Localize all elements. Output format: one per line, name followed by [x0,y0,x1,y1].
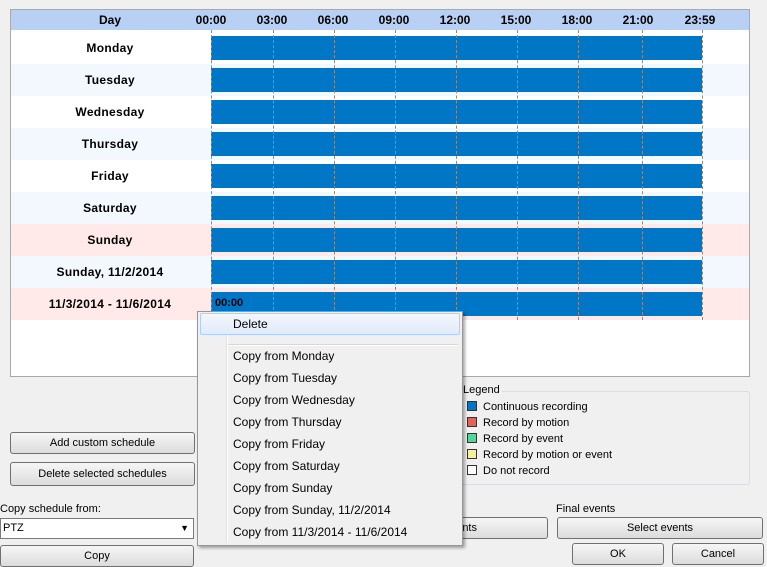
cancel-button[interactable]: Cancel [672,543,764,565]
schedule-row[interactable]: Friday [11,160,749,192]
legend-label: Record by event [483,433,564,445]
time-gridline [334,30,335,320]
copy-schedule-selected-value: PTZ [3,522,24,534]
menu-item-copy-from[interactable]: Copy from Tuesday [200,367,460,389]
legend-swatch [467,449,477,459]
menu-item-copy-from[interactable]: Copy from Sunday, 11/2/2014 [200,499,460,521]
schedule-row-label: Tuesday [85,73,135,87]
legend-label: Record by motion or event [483,449,613,461]
legend-swatch [467,417,477,427]
schedule-row[interactable]: Sunday [11,224,749,256]
schedule-header: Day 00:00 03:00 06:00 09:00 12:00 15:00 18:00 2… [11,10,749,30]
schedule-row-label: Sunday, 11/2/2014 [56,265,164,279]
menu-item-copy-from[interactable]: Copy from 11/3/2014 - 11/6/2014 [200,521,460,543]
header-time-label: 00:00 [195,13,227,27]
copy-button[interactable]: Copy [0,545,194,567]
schedule-row-label: Wednesday [75,105,145,119]
header-time-label: 15:00 [500,13,532,27]
header-time-label: 03:00 [256,13,288,27]
header-time-label: 09:00 [378,13,410,27]
header-time-label: 18:00 [561,13,593,27]
schedule-row-label: 11/3/2014 - 11/6/2014 [48,297,172,311]
select-events-button[interactable]: Select events [557,517,763,539]
time-gridline [702,30,703,320]
legend-label: Record by motion [483,417,570,429]
time-gridline [578,30,579,320]
schedule-row-label: Sunday [87,233,133,247]
header-time-label: 06:00 [317,13,349,27]
copy-schedule-select[interactable]: PTZ ▼ [0,518,194,539]
menu-item-copy-from[interactable]: Copy from Friday [200,433,460,455]
schedule-row-label: Friday [91,169,129,183]
legend-item: Record by motion [467,416,569,430]
time-gridline [395,30,396,320]
menu-item-copy-from[interactable]: Copy from Thursday [200,411,460,433]
delete-selected-schedules-button[interactable]: Delete selected schedules [10,462,195,486]
legend-item: Record by event [467,432,563,446]
time-gridline [642,30,643,320]
legend-title: Legend [461,384,502,396]
schedule-row[interactable]: Monday [11,32,749,64]
legend-swatch [467,401,477,411]
schedule-row[interactable]: Tuesday [11,64,749,96]
legend-item: Record by motion or event [467,448,612,462]
schedule-row[interactable]: Saturday [11,192,749,224]
time-gridline [456,30,457,320]
legend-label: Continuous recording [483,401,588,413]
header-time-label: 23:59 [684,13,716,27]
legend-item: Continuous recording [467,400,588,414]
schedule-row-label: Thursday [81,137,139,151]
menu-item-copy-from[interactable]: Copy from Monday [200,345,460,367]
header-time-label: 21:00 [622,13,654,27]
dropdown-arrow-icon: ▼ [180,523,189,533]
menu-item-copy-from[interactable]: Copy from Saturday [200,455,460,477]
menu-item-delete[interactable]: Delete [200,313,460,335]
legend-item: Do not record [467,464,550,478]
copy-schedule-label: Copy schedule from: [0,503,101,515]
schedule-row-label: Saturday [83,201,137,215]
header-time-label: 12:00 [439,13,471,27]
menu-item-copy-from[interactable]: Copy from Sunday [200,477,460,499]
header-day-label: Day [98,13,121,27]
ok-button[interactable]: OK [572,543,664,565]
schedule-row[interactable]: Thursday [11,128,749,160]
legend-swatch [467,465,477,475]
add-custom-schedule-button[interactable]: Add custom schedule [10,432,195,454]
menu-item-copy-from[interactable]: Copy from Wednesday [200,389,460,411]
context-menu: Delete Copy from Monday Copy from Tuesday C… [197,311,463,546]
time-gridline [211,30,212,320]
bar-time-label: 00:00 [215,297,244,309]
time-gridline [273,30,274,320]
legend-swatch [467,433,477,443]
schedule-row-label: Monday [86,41,134,55]
time-gridline [517,30,518,320]
legend-label: Do not record [483,465,550,477]
schedule-row[interactable]: Wednesday [11,96,749,128]
final-events-label: Final events [556,503,616,515]
schedule-row[interactable]: Sunday, 11/2/2014 [11,256,749,288]
